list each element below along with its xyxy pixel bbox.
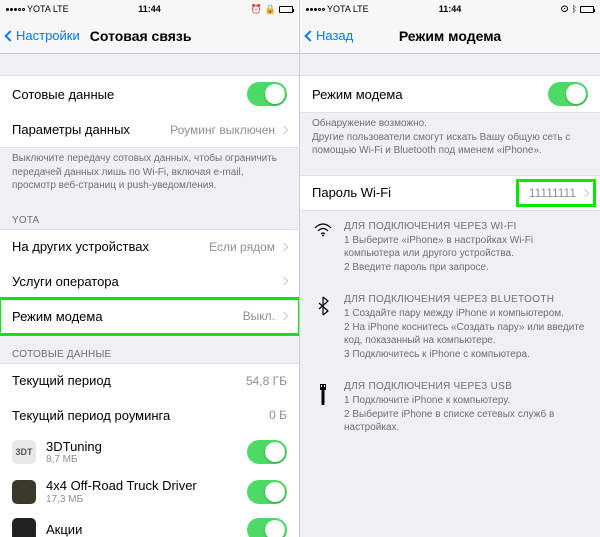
hotspot-icon: ⵙ: [561, 4, 569, 15]
wifi-password-label: Пароль Wi-Fi: [312, 185, 529, 200]
app-switch[interactable]: [247, 518, 287, 537]
wifi-icon: [312, 221, 334, 275]
chevron-left-icon: [4, 30, 15, 41]
hotspot-switch[interactable]: [548, 82, 588, 106]
battery-icon: [580, 6, 594, 13]
usb-instructions: ДЛЯ ПОДКЛЮЧЕНИЯ ЧЕРЕЗ USB 1 Подключите i…: [300, 371, 600, 445]
status-bar: YOTA LTE 11:44 ⵙ ᛒ: [300, 0, 600, 18]
app-name: 4x4 Off-Road Truck Driver: [46, 478, 247, 494]
nav-bar: Настройки Сотовая связь: [0, 18, 299, 54]
battery-icon: [279, 6, 293, 13]
data-params-cell[interactable]: Параметры данных Роуминг выключен: [0, 112, 299, 148]
app-name: Акции: [46, 522, 247, 537]
cellular-data-header: СОТОВЫЕ ДАННЫЕ: [0, 335, 299, 364]
hotspot-label: Режим модема: [12, 309, 243, 324]
app-stocks-cell[interactable]: Акции: [0, 512, 299, 537]
chevron-right-icon: [280, 242, 288, 250]
app-4x4-icon: [12, 480, 36, 504]
cellular-data-switch[interactable]: [247, 82, 287, 106]
other-devices-label: На других устройствах: [12, 239, 209, 254]
roaming-period-label: Текущий период роуминга: [12, 408, 269, 423]
bluetooth-icon: ᛒ: [572, 4, 577, 14]
hotspot-toggle-cell[interactable]: Режим модема: [300, 75, 600, 113]
chevron-right-icon: [581, 188, 589, 196]
right-pane: YOTA LTE 11:44 ⵙ ᛒ Назад Режим модема Ре…: [300, 0, 600, 537]
orientation-lock-icon: 🔒: [265, 4, 276, 15]
chevron-right-icon: [280, 277, 288, 285]
other-devices-cell[interactable]: На других устройствах Если рядом: [0, 229, 299, 265]
data-params-label: Параметры данных: [12, 122, 170, 137]
app-4x4-cell[interactable]: 4x4 Off-Road Truck Driver 17,3 МБ: [0, 472, 299, 513]
wifi-password-cell[interactable]: Пароль Wi-Fi 11111111: [300, 175, 600, 211]
bluetooth-instructions: ДЛЯ ПОДКЛЮЧЕНИЯ ЧЕРЕЗ BLUETOOTH 1 Создай…: [300, 284, 600, 371]
chevron-right-icon: [280, 125, 288, 133]
nav-bar: Назад Режим модема: [300, 18, 600, 54]
app-3dtuning-icon: 3DT: [12, 440, 36, 464]
cellular-data-label: Сотовые данные: [12, 87, 247, 102]
app-name: 3DTuning: [46, 439, 247, 455]
carrier-services-cell[interactable]: Услуги оператора: [0, 264, 299, 300]
carrier-label: YOTA LTE: [327, 4, 369, 14]
data-params-value: Роуминг выключен: [170, 123, 275, 137]
page-title: Сотовая связь: [90, 28, 192, 44]
roaming-period-value: 0 Б: [269, 408, 287, 422]
alarm-icon: ⏰: [251, 4, 262, 15]
app-switch[interactable]: [247, 440, 287, 464]
back-button[interactable]: Настройки: [6, 28, 80, 43]
cellular-data-cell[interactable]: Сотовые данные: [0, 75, 299, 113]
left-pane: YOTA LTE 11:44 ⏰ 🔒 Настройки Сотовая свя…: [0, 0, 300, 537]
chevron-left-icon: [304, 30, 315, 41]
bluetooth-icon: [312, 294, 334, 361]
app-size: 17,3 МБ: [46, 494, 247, 506]
wifi-password-value: 11111111: [529, 186, 576, 200]
hotspot-label: Режим модема: [312, 87, 548, 102]
hotspot-value: Выкл.: [243, 309, 275, 323]
carrier-label: YOTA LTE: [27, 4, 69, 14]
discoverable-footer: Обнаружение возможно. Другие пользовател…: [300, 113, 600, 166]
current-period-label: Текущий период: [12, 373, 246, 388]
current-period-cell: Текущий период 54,8 ГБ: [0, 363, 299, 399]
wifi-instructions: ДЛЯ ПОДКЛЮЧЕНИЯ ЧЕРЕЗ WI-FI 1 Выберите «…: [300, 211, 600, 285]
cellular-footer: Выключите передачу сотовых данных, чтобы…: [0, 148, 299, 201]
back-button[interactable]: Назад: [306, 28, 353, 43]
current-period-value: 54,8 ГБ: [246, 374, 287, 388]
yota-header: YOTA: [0, 201, 299, 230]
app-switch[interactable]: [247, 480, 287, 504]
hotspot-cell[interactable]: Режим модема Выкл.: [0, 299, 299, 335]
app-size: 8,7 МБ: [46, 454, 247, 466]
app-3dtuning-cell[interactable]: 3DT 3DTuning 8,7 МБ: [0, 433, 299, 474]
carrier-services-label: Услуги оператора: [12, 274, 275, 289]
app-stocks-icon: [12, 518, 36, 537]
usb-icon: [312, 381, 334, 435]
chevron-right-icon: [280, 312, 288, 320]
roaming-period-cell: Текущий период роуминга 0 Б: [0, 398, 299, 434]
other-devices-value: Если рядом: [209, 240, 275, 254]
status-bar: YOTA LTE 11:44 ⏰ 🔒: [0, 0, 299, 18]
